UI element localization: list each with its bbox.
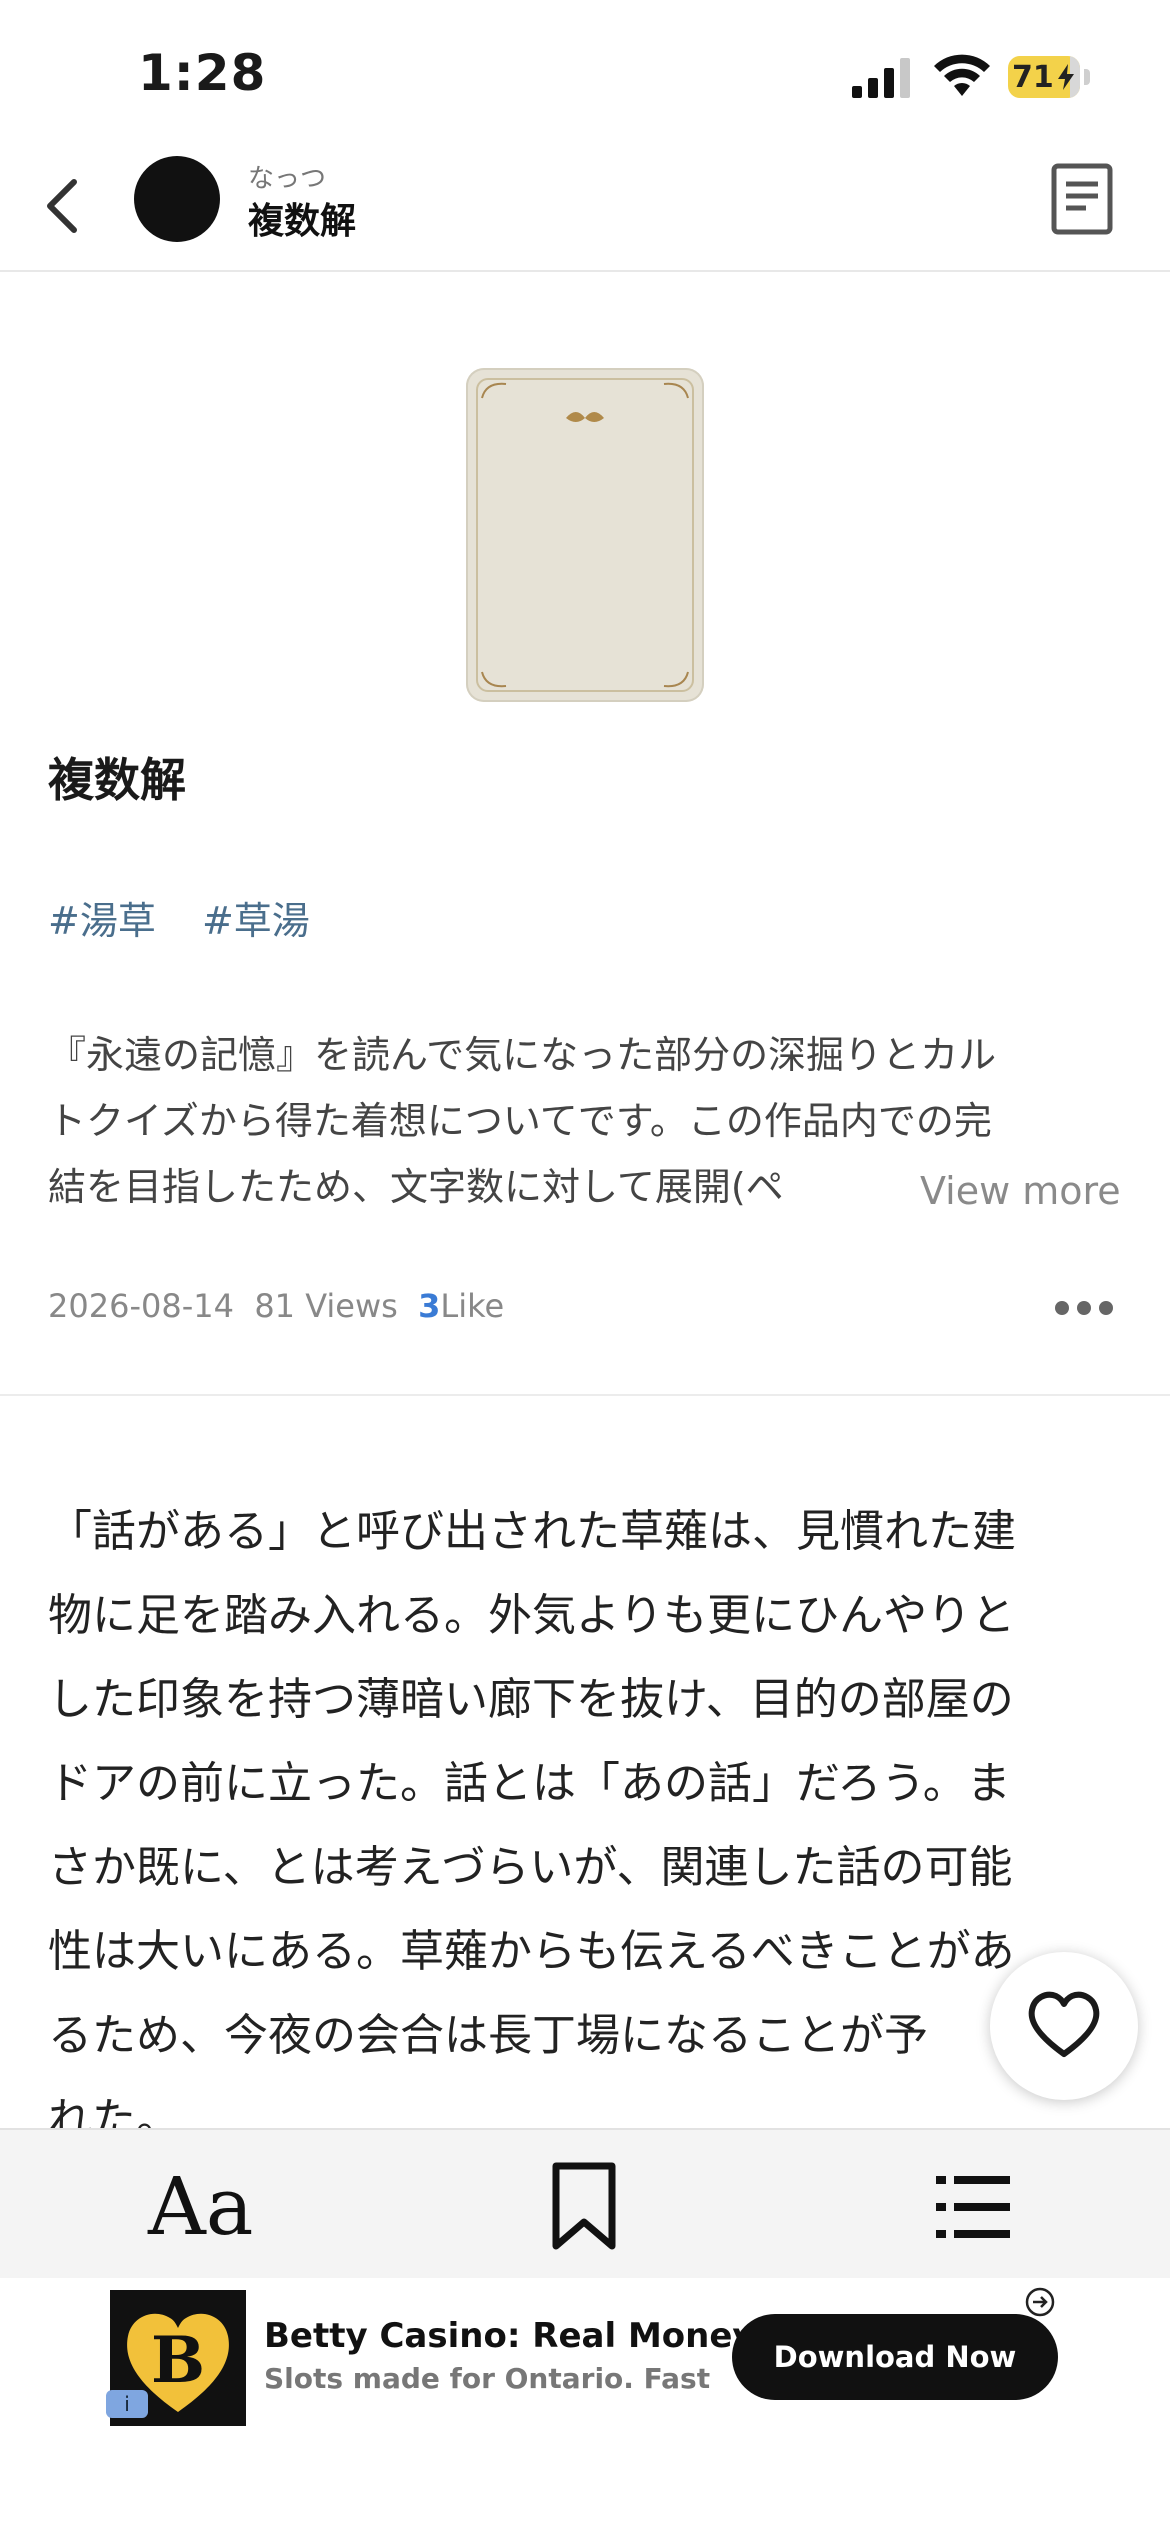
story-line: 性は大いにある。草薙からも伝えるべきことがあ bbox=[48, 1926, 1015, 1977]
author-name[interactable]: なっつ bbox=[248, 158, 326, 195]
like-label: Like bbox=[440, 1287, 505, 1325]
story-line: 物に足を踏み入れる。外気よりも更にひんやりと bbox=[48, 1590, 1016, 1641]
ad-download-button[interactable]: Download Now bbox=[732, 2314, 1058, 2400]
story-line: 「話がある」と呼び出された草薙は、見慣れた建 bbox=[48, 1506, 1016, 1557]
work-title: 複数解 bbox=[48, 753, 186, 807]
story-line: さか既に、とは考えづらいが、関連した話の可能 bbox=[48, 1842, 1013, 1893]
description-line: 『永遠の記憶』を読んで気になった部分の深掘りとカル bbox=[48, 1033, 997, 1077]
cover-image[interactable] bbox=[466, 368, 704, 702]
like-count: 3 bbox=[418, 1287, 441, 1325]
story-line: ドアの前に立った。話とは「あの話」だろう。ま bbox=[48, 1758, 1011, 1809]
view-more-button[interactable]: View more bbox=[880, 1158, 1170, 1224]
ornament-decoration bbox=[481, 382, 689, 688]
status-bar: 1:28 71 bbox=[0, 0, 1170, 140]
work-meta: 2026-08-14 81 Views 3Like bbox=[48, 1287, 504, 1325]
reader-toolbar: Aa bbox=[0, 2128, 1170, 2280]
publish-date: 2026-08-14 bbox=[48, 1287, 234, 1325]
battery-icon: 71 bbox=[1008, 56, 1090, 98]
header-title: 複数解 bbox=[248, 201, 357, 242]
view-count: 81 Views bbox=[254, 1287, 398, 1325]
bookmark-icon[interactable] bbox=[548, 2162, 620, 2252]
chapter-list-icon[interactable] bbox=[936, 2172, 1010, 2242]
story-line: した印象を持つ薄暗い廊下を抜け、目的の部屋の bbox=[48, 1674, 1014, 1725]
ad-subtitle[interactable]: Slots made for Ontario. Fast W... bbox=[264, 2362, 720, 2395]
tag-link[interactable]: #湯草 bbox=[48, 899, 156, 943]
app-header: なっつ 複数解 bbox=[0, 140, 1170, 272]
view-more-label: View more bbox=[920, 1169, 1121, 1213]
ad-title[interactable]: Betty Casino: Real Money bbox=[264, 2316, 755, 2356]
tag-link[interactable]: #草湯 bbox=[202, 899, 310, 943]
heart-icon bbox=[1028, 1991, 1100, 2057]
like-button[interactable] bbox=[990, 1952, 1138, 2100]
cellular-signal-icon bbox=[852, 58, 910, 98]
ad-logo-letter: B bbox=[151, 2323, 205, 2398]
status-time: 1:28 bbox=[138, 44, 267, 102]
story-body: 「話がある」と呼び出された草薙は、見慣れた建 物に足を踏み入れる。外気よりも更に… bbox=[48, 1490, 1128, 2162]
ad-choices-icon[interactable] bbox=[1024, 2286, 1056, 2318]
more-options-icon[interactable] bbox=[1054, 1296, 1114, 1320]
section-divider bbox=[0, 1394, 1170, 1396]
document-icon[interactable] bbox=[1050, 162, 1114, 236]
back-chevron-icon[interactable] bbox=[38, 176, 88, 236]
ad-banner[interactable]: B i Betty Casino: Real Money Slots made … bbox=[0, 2278, 1170, 2532]
ad-info-badge[interactable]: i bbox=[106, 2390, 148, 2418]
description-line: トクイズから得た着想についてです。この作品内での完 bbox=[48, 1099, 992, 1143]
battery-percent: 71 bbox=[1012, 60, 1054, 95]
author-avatar[interactable] bbox=[134, 156, 220, 242]
story-line: るため、今夜の会合は長丁場になることが予 bbox=[48, 2010, 928, 2061]
tag-list: #湯草 #草湯 bbox=[48, 890, 344, 945]
font-settings-button[interactable]: Aa bbox=[148, 2160, 253, 2253]
wifi-icon bbox=[934, 54, 990, 96]
